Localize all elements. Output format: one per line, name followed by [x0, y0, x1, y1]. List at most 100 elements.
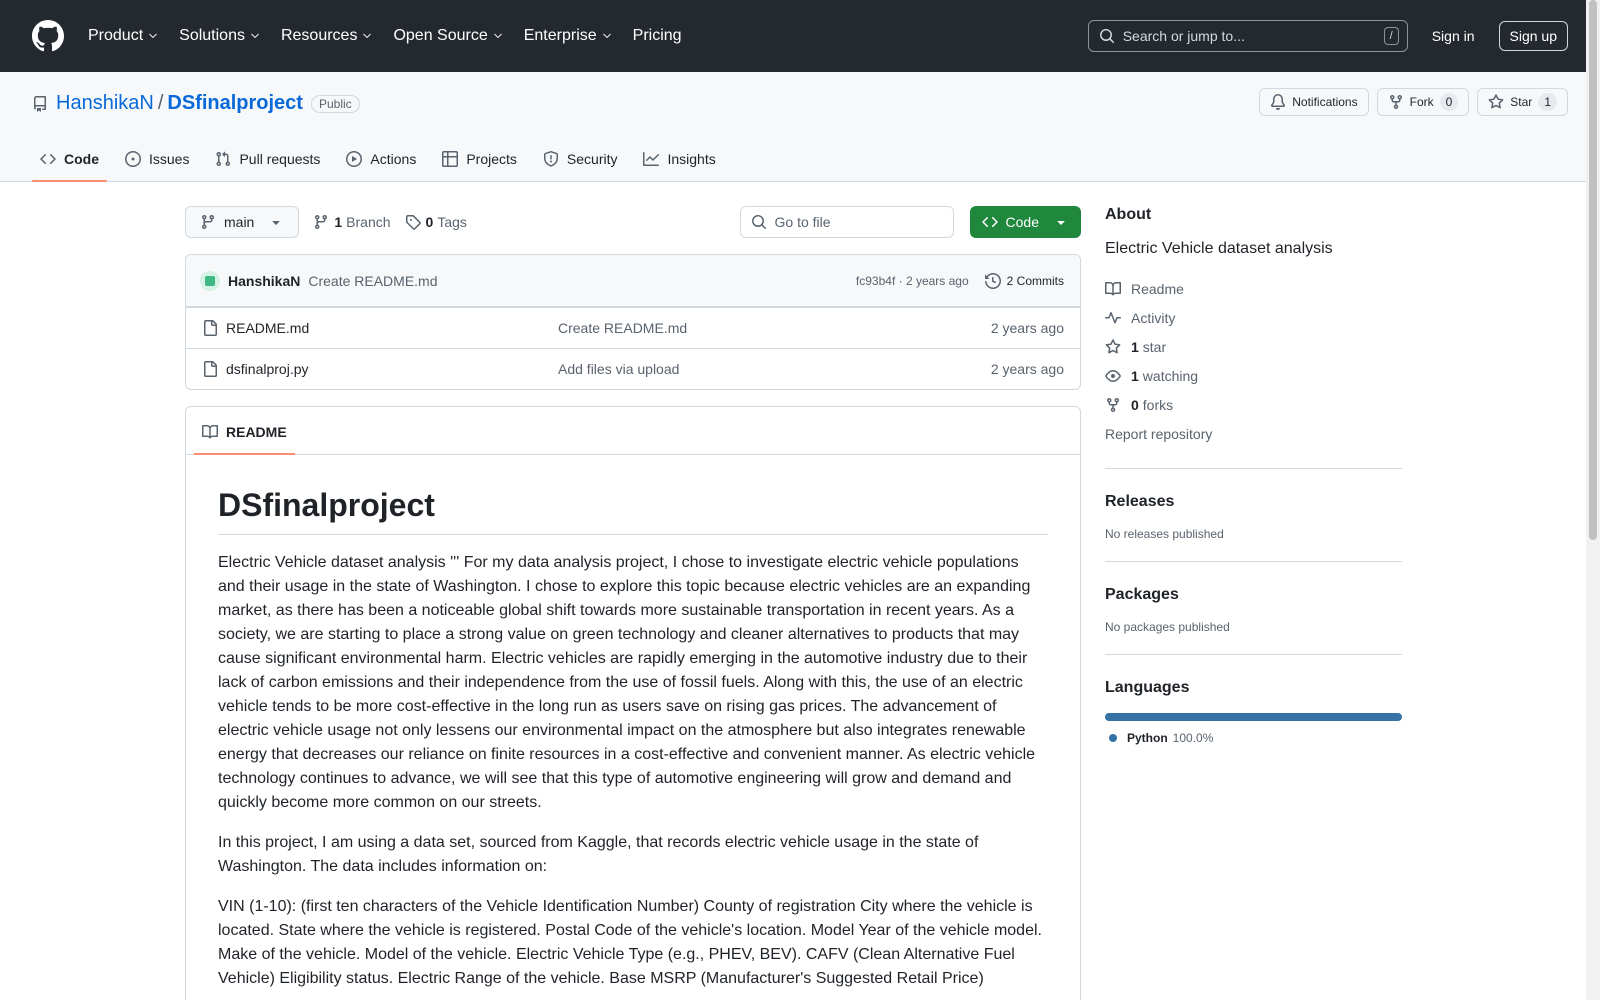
notifications-button[interactable]: Notifications	[1259, 88, 1369, 116]
branch-icon	[315, 215, 328, 230]
code-dropdown-button[interactable]: Code	[969, 206, 1081, 238]
global-search-input[interactable]: Search or jump to... /	[1087, 20, 1408, 52]
repo-owner-link[interactable]: HanshikaN	[56, 92, 154, 115]
bell-icon	[1271, 94, 1286, 110]
readme-header: README	[186, 407, 1080, 455]
forks-link[interactable]: 0 forks	[1105, 390, 1402, 419]
github-logo-icon[interactable]	[32, 20, 64, 52]
tag-icon	[405, 215, 421, 230]
search-icon	[1099, 29, 1114, 44]
repo-header: HanshikaN / DSfinalproject Public Notifi…	[0, 72, 1600, 182]
watchers-link[interactable]: 1 watching	[1105, 361, 1402, 390]
visibility-badge: Public	[310, 94, 360, 113]
nav-resources[interactable]: Resources	[281, 27, 373, 45]
sign-up-button[interactable]: Sign up	[1498, 21, 1568, 51]
commit-message-link[interactable]: Create README.md	[308, 273, 437, 289]
releases-heading[interactable]: Releases	[1105, 493, 1402, 511]
tab-projects[interactable]: Projects	[434, 151, 525, 181]
scrollbar-thumb[interactable]	[1589, 0, 1597, 540]
tab-security[interactable]: Security	[535, 151, 626, 181]
branch-icon	[201, 215, 214, 230]
report-repository-link[interactable]: Report repository	[1105, 419, 1402, 448]
branch-name: main	[224, 214, 255, 230]
readme-tab[interactable]: README	[194, 424, 295, 455]
languages-section: Languages Python 100.0%	[1105, 654, 1402, 745]
history-icon	[984, 272, 1001, 289]
branch-selector[interactable]: main	[185, 206, 300, 238]
sign-in-link[interactable]: Sign in	[1432, 28, 1475, 44]
packages-section: Packages No packages published	[1105, 561, 1402, 634]
nav-product[interactable]: Product	[88, 27, 159, 45]
tab-pull-requests[interactable]: Pull requests	[207, 151, 328, 181]
chevron-down-icon	[493, 33, 502, 39]
languages-heading: Languages	[1105, 679, 1190, 696]
activity-link[interactable]: Activity	[1105, 303, 1402, 332]
global-header: Product Solutions Resources Open Source …	[0, 0, 1600, 72]
language-color-dot	[1109, 734, 1117, 742]
file-commit-message[interactable]: Create README.md	[558, 320, 687, 336]
readme-panel: README DSfinalproject Electric Vehicle d…	[185, 406, 1081, 1000]
book-icon	[202, 424, 218, 439]
tab-issues[interactable]: Issues	[117, 151, 197, 181]
fork-button[interactable]: Fork 0	[1376, 88, 1470, 116]
main-nav: Product Solutions Resources Open Source …	[88, 27, 702, 45]
avatar[interactable]	[200, 270, 220, 291]
go-to-file-placeholder: Go to file	[774, 214, 831, 230]
chevron-down-icon	[363, 33, 372, 39]
releases-empty-text: No releases published	[1105, 527, 1224, 541]
file-toolbar: main 1 Branch 0 Tags Go to file Code	[185, 206, 1081, 238]
branches-link[interactable]: 1 Branch	[313, 214, 391, 230]
code-icon	[981, 216, 998, 228]
file-icon	[204, 361, 217, 377]
nav-enterprise[interactable]: Enterprise	[524, 27, 613, 45]
chevron-down-icon	[149, 33, 157, 39]
issue-icon	[125, 151, 141, 167]
go-to-file-input[interactable]: Go to file	[739, 206, 954, 238]
nav-open-source[interactable]: Open Source	[393, 27, 503, 45]
caret-down-icon	[272, 221, 281, 225]
table-row[interactable]: dsfinalproj.py Add files via upload 2 ye…	[186, 348, 1080, 389]
stars-link[interactable]: 1 star	[1105, 332, 1402, 361]
tab-code[interactable]: Code	[32, 151, 107, 182]
about-heading: About	[1105, 206, 1152, 223]
latest-commit-bar: HanshikaN Create README.md fc93b4f · 2 y…	[186, 255, 1080, 307]
repo-description: Electric Vehicle dataset analysis	[1105, 240, 1333, 257]
fork-icon	[1107, 397, 1119, 412]
file-browser: HanshikaN Create README.md fc93b4f · 2 y…	[185, 254, 1081, 390]
page-scrollbar[interactable]	[1586, 0, 1600, 1000]
nav-solutions[interactable]: Solutions	[179, 27, 261, 45]
search-icon	[751, 215, 766, 230]
readme-paragraph: VIN (1-10): (first ten characters of the…	[218, 898, 1042, 987]
table-row[interactable]: README.md Create README.md 2 years ago	[186, 307, 1080, 348]
commit-author-link[interactable]: HanshikaN	[228, 273, 300, 289]
star-button[interactable]: Star 1	[1477, 88, 1568, 116]
tags-link[interactable]: 0 Tags	[405, 214, 467, 230]
language-bar	[1105, 713, 1402, 721]
eye-icon	[1105, 369, 1121, 382]
tab-actions[interactable]: Actions	[338, 151, 424, 181]
commits-history-link[interactable]: 2 Commits	[984, 272, 1064, 289]
commit-hash-time[interactable]: fc93b4f · 2 years ago	[856, 274, 969, 288]
packages-empty-text: No packages published	[1105, 620, 1230, 634]
fork-icon	[1389, 95, 1402, 110]
file-name-link[interactable]: dsfinalproj.py	[226, 361, 558, 377]
repo-name-link[interactable]: DSfinalproject	[167, 92, 303, 115]
caret-down-icon	[1057, 221, 1065, 225]
readme-link[interactable]: Readme	[1105, 274, 1402, 303]
code-icon	[40, 153, 56, 165]
file-commit-message[interactable]: Add files via upload	[558, 361, 679, 377]
tab-insights[interactable]: Insights	[635, 151, 723, 181]
releases-section: Releases No releases published	[1105, 468, 1402, 541]
file-name-link[interactable]: README.md	[226, 320, 558, 336]
packages-heading[interactable]: Packages	[1105, 586, 1402, 604]
fork-count: 0	[1439, 93, 1459, 111]
main-content: main 1 Branch 0 Tags Go to file Code Hansh…	[185, 206, 1081, 1000]
readme-paragraph: Electric Vehicle dataset analysis ''' Fo…	[218, 554, 1036, 811]
play-icon	[346, 151, 363, 167]
language-item[interactable]: Python 100.0%	[1105, 731, 1402, 745]
header-actions: Search or jump to... / Sign in Sign up	[1087, 20, 1568, 52]
nav-pricing[interactable]: Pricing	[633, 27, 682, 45]
repo-tabs: Code Issues Pull requests Actions Projec…	[32, 151, 734, 182]
search-placeholder: Search or jump to...	[1122, 28, 1245, 44]
repo-icon	[34, 95, 46, 112]
